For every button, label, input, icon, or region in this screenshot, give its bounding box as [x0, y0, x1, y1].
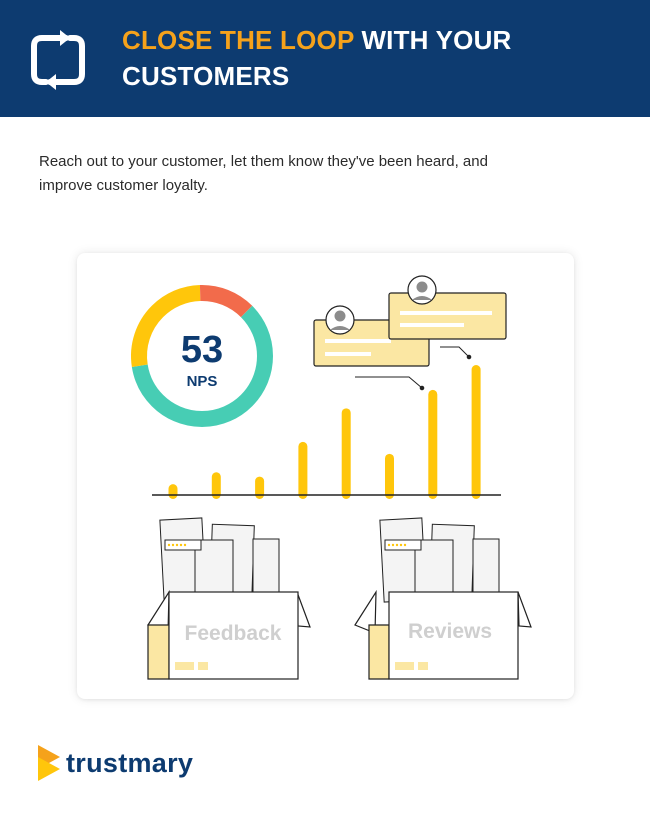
- reviews-label: Reviews: [408, 620, 492, 643]
- loop-arrows-icon: [31, 30, 85, 90]
- bar-5: [341, 408, 351, 499]
- feedback-label: Feedback: [185, 622, 282, 645]
- reviews-box: Reviews: [354, 517, 532, 680]
- illustration-card: 53 NPS Feedback Reviews: [77, 253, 574, 699]
- intro-text: Reach out to your customer, let them kno…: [39, 153, 488, 194]
- nps-value: 53: [181, 329, 223, 371]
- nps-label: NPS: [187, 373, 218, 390]
- brand-name: trustmary: [66, 748, 194, 778]
- feedback-documents: [159, 517, 280, 603]
- title-accent: CLOSE THE LOOP: [122, 25, 355, 55]
- trustmary-logo: trustmary: [38, 745, 208, 785]
- trustmary-mark-icon: [38, 745, 60, 781]
- bar-7: [428, 389, 438, 499]
- bar-4: [298, 441, 308, 499]
- illustration: 53 NPS Feedback Reviews: [131, 275, 532, 680]
- bar-8: [471, 365, 481, 499]
- header-banner: CLOSE THE LOOP WITH YOUR CUSTOMERS: [0, 0, 650, 117]
- bar-6: [385, 453, 394, 499]
- feedback-box: Feedback: [147, 517, 311, 680]
- bar-1: [168, 484, 178, 499]
- speech-bubble-front: [388, 275, 507, 340]
- reviews-documents: [379, 517, 500, 603]
- page-title: CLOSE THE LOOP WITH YOUR CUSTOMERS: [122, 22, 622, 94]
